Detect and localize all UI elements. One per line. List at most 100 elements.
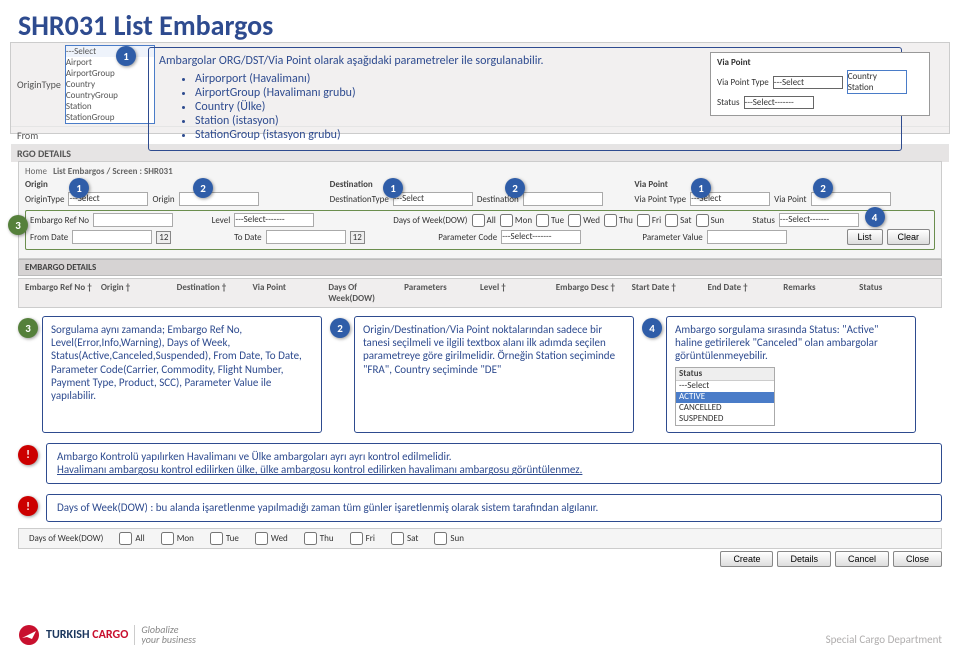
col-level[interactable]: Level † [480,282,556,304]
dow2-wed[interactable] [255,532,268,545]
dest-input[interactable] [523,192,603,206]
alert-1a: Ambargo Kontrolü yapılırken Havalimanı v… [57,450,452,463]
embref-lbl: Embargo Ref No [30,215,89,226]
dow2-sun[interactable] [434,532,447,545]
alert-1: Ambargo Kontrolü yapılırken Havalimanı v… [46,443,942,485]
dow-all-lbl: All [487,215,496,226]
dow-all[interactable] [472,214,485,227]
dow2-sat-lbl: Sat [407,533,418,544]
dow-sun-lbl: Sun [711,215,725,226]
dow2-fri-lbl: Fri [366,533,375,544]
paramval-input[interactable] [707,230,787,244]
col-via[interactable]: Via Point [252,282,328,304]
col-end[interactable]: End Date † [707,282,783,304]
viapoint-type-sel[interactable]: ---Select [773,76,843,89]
dow2-thu[interactable] [304,532,317,545]
badge-col-2c: 2 [813,178,833,198]
status-hdr: Status [676,368,774,382]
dow2-tue-lbl: Tue [226,533,239,544]
dow2-mon[interactable] [161,532,174,545]
dow2-mon-lbl: Mon [177,533,194,544]
opt-airportgroup[interactable]: AirportGroup [66,68,154,79]
callout-4: Ambargo sorgulama sırasında Status: "Act… [666,316,916,433]
opt-country[interactable]: Country [66,79,154,90]
cal-icon[interactable]: 12 [350,231,365,244]
cal-icon[interactable]: 12 [156,231,171,244]
create-button[interactable]: Create [720,551,773,567]
cancel-button[interactable]: Cancel [835,551,889,567]
dow2-sun-lbl: Sun [450,533,464,544]
dow-sat[interactable] [665,214,678,227]
alert-badge-1: ! [18,445,38,465]
origin-input[interactable] [179,192,259,206]
status-lbl: Status [752,215,775,226]
vp-opt-station[interactable]: Station [848,82,906,93]
viapoint-options[interactable]: Country Station [847,70,907,94]
callout-3: Sorgulama aynı zamanda; Embargo Ref No, … [42,316,322,433]
badge-col-2b: 2 [505,178,525,198]
col-refno[interactable]: Embargo Ref No † [25,282,101,304]
list-button[interactable]: List [847,229,883,245]
desttype-sel[interactable]: ---Select [393,192,473,206]
tk-bird-icon [18,624,40,646]
dow-thu-lbl: Thu [619,215,633,226]
col-remarks[interactable]: Remarks [783,282,859,304]
dow-thu[interactable] [604,214,617,227]
col-params[interactable]: Parameters [404,282,480,304]
close-button[interactable]: Close [893,551,942,567]
status-opt-suspended[interactable]: SUSPENDED [676,414,774,425]
viapoint-header: Via Point [717,57,751,68]
dow2-wed-lbl: Wed [271,533,288,544]
details-button[interactable]: Details [777,551,831,567]
dow2-sat[interactable] [391,532,404,545]
intro-item: StationGroup (istasyon grubu) [195,128,891,142]
bottom-buttons: Create Details Cancel Close [18,551,942,567]
opt-countrygroup[interactable]: CountryGroup [66,90,154,101]
level-lbl: Level [212,215,231,226]
dow2-fri[interactable] [350,532,363,545]
dow-sun[interactable] [696,214,709,227]
viapoint-status-label: Status [717,97,740,108]
col-dow[interactable]: Days Of Week(DOW) [328,282,404,304]
home-link[interactable]: Home [25,166,47,177]
viapoint-status-sel[interactable]: ---Select------- [744,96,814,109]
opt-stationgroup[interactable]: StationGroup [66,112,154,123]
dow2-all[interactable] [119,532,132,545]
dow-strip-lbl: Days of Week(DOW) [29,533,103,544]
status-sel[interactable]: ---Select------- [779,213,859,227]
dow-wed[interactable] [568,214,581,227]
col-status[interactable]: Status [859,282,935,304]
opt-station[interactable]: Station [66,101,154,112]
dow-fri[interactable] [637,214,650,227]
dow2-tue[interactable] [210,532,223,545]
dow2-thu-lbl: Thu [320,533,334,544]
via-lbl2: Via Point [774,194,806,205]
viapoint-popup: Via Point Via Point Type ---Select Count… [710,52,930,116]
level-sel[interactable]: ---Select------- [234,213,314,227]
col-origin[interactable]: Origin † [101,282,177,304]
dow-lbl: Days of Week(DOW) [393,215,467,226]
embref-input[interactable] [93,213,173,227]
dow-tue[interactable] [536,214,549,227]
clear-button[interactable]: Clear [887,229,931,245]
intro-item: Station (istasyon) [195,114,891,128]
opt-airport[interactable]: Airport [66,57,154,68]
paramcode-sel[interactable]: ---Select------- [501,230,581,244]
dow-fri-lbl: Fri [652,215,661,226]
vp-opt-country[interactable]: Country [848,71,906,82]
page-title: SHR031 List Embargos [18,8,942,43]
fromdate-lbl: From Date [30,232,68,243]
status-dropdown-sample: Status ---Select ACTIVE CANCELLED SUSPEN… [675,367,775,426]
todate-input[interactable] [266,230,346,244]
col-desc[interactable]: Embargo Desc † [556,282,632,304]
viapoint-type-label: Via Point Type [717,77,769,88]
alert-1b: Havalimanı ambargosu kontrol edilirken ü… [57,463,582,476]
col-dest[interactable]: Destination † [177,282,253,304]
from-label: From [17,129,38,142]
col-start[interactable]: Start Date † [632,282,708,304]
filter-panel: Home List Embargos / Screen : SHR031 Ori… [18,161,942,259]
fromdate-input[interactable] [72,230,152,244]
dow-mon[interactable] [500,214,513,227]
origintype-placeholder[interactable]: ---Select [66,46,154,57]
badge-col-1b: 1 [383,178,403,198]
